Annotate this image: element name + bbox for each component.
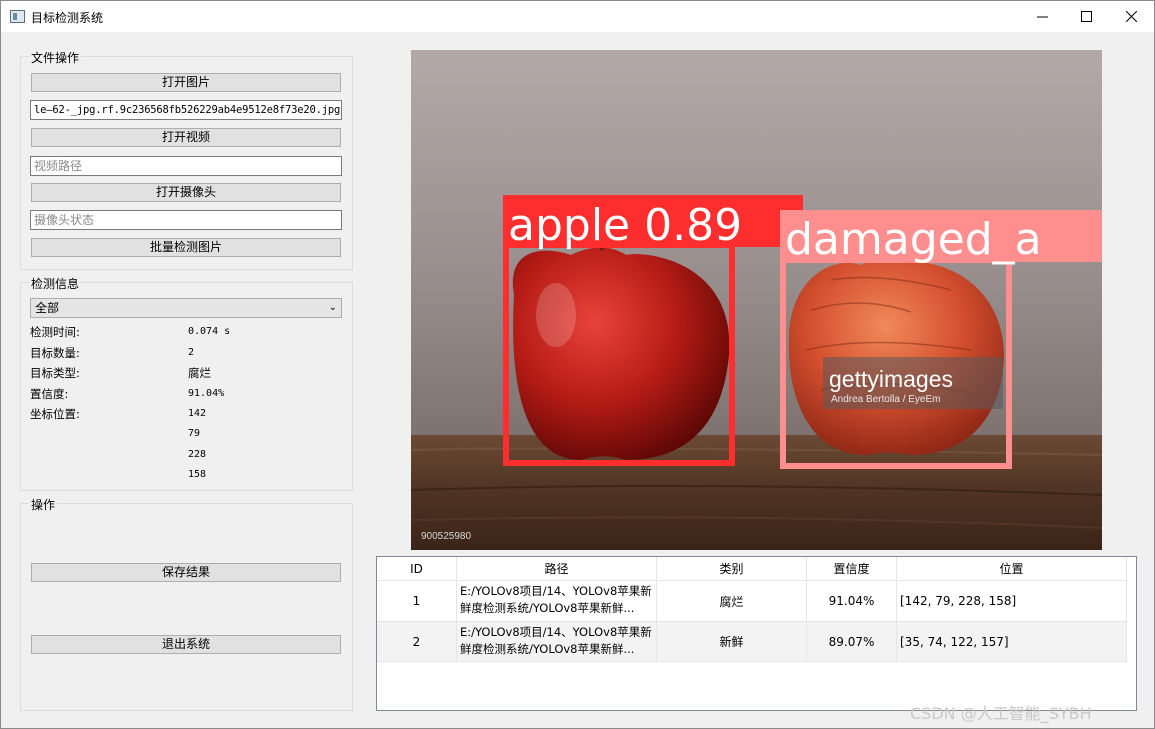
- app-icon: [10, 10, 25, 23]
- col-header-position[interactable]: 位置: [897, 557, 1127, 581]
- maximize-button[interactable]: [1063, 1, 1109, 32]
- count-label: 目标数量:: [30, 346, 80, 360]
- close-button[interactable]: [1108, 1, 1154, 32]
- detection-image: gettyimages Andrea Bertolla / EyeEm 9005…: [411, 50, 1102, 550]
- window-title: 目标检测系统: [31, 11, 104, 25]
- open-camera-button[interactable]: 打开摄像头: [31, 183, 341, 202]
- detect-info-title: 检测信息: [29, 275, 82, 292]
- type-label: 目标类型:: [30, 366, 80, 380]
- actions-title: 操作: [29, 496, 58, 513]
- cell-id[interactable]: 2: [377, 622, 457, 662]
- batch-detect-button[interactable]: 批量检测图片: [31, 238, 341, 257]
- open-image-button[interactable]: 打开图片: [31, 73, 341, 92]
- maximize-icon: [1080, 11, 1092, 22]
- box2-label: damaged_a: [785, 214, 1042, 265]
- cell-position[interactable]: [142, 79, 228, 158]: [897, 581, 1127, 622]
- col-header-category[interactable]: 类别: [657, 557, 807, 581]
- getty-id: 900525980: [421, 531, 471, 542]
- cell-position[interactable]: [35, 74, 122, 157]: [897, 622, 1127, 662]
- video-path-field[interactable]: 视频路径: [30, 156, 342, 176]
- pos-ymax: 158: [188, 469, 207, 480]
- image-path-field[interactable]: le—62-_jpg.rf.9c236568fb526229ab4e9512e8…: [30, 100, 342, 120]
- count-value: 2: [188, 347, 195, 358]
- col-header-path[interactable]: 路径: [457, 557, 657, 581]
- app-window: 目标检测系统 文件操作 打开图片 le—62-_jpg.rf.9c236568f…: [0, 0, 1155, 729]
- title-bar: 目标检测系统: [1, 1, 1154, 32]
- camera-status-field[interactable]: 摄像头状态: [30, 210, 342, 230]
- cell-path[interactable]: E:/YOLOv8项目/14、YOLOv8苹果新鲜度检测系统/YOLOv8苹果新…: [457, 622, 657, 662]
- box1-label: apple 0.89: [508, 200, 742, 251]
- minimize-icon: [1036, 16, 1048, 18]
- chevron-down-icon: ⌄: [328, 302, 337, 313]
- conf-label: 置信度:: [30, 387, 69, 401]
- cell-category[interactable]: 新鲜: [657, 622, 807, 662]
- target-filter-value: 全部: [35, 301, 60, 315]
- cell-id[interactable]: 1: [377, 581, 457, 622]
- time-label: 检测时间:: [30, 325, 80, 339]
- actions-group: 操作: [20, 496, 353, 711]
- cell-category[interactable]: 腐烂: [657, 581, 807, 622]
- pos-label: 坐标位置:: [30, 407, 80, 421]
- csdn-watermark: CSDN @人工智能_SYBH: [910, 704, 1092, 723]
- target-filter-select[interactable]: 全部 ⌄: [30, 298, 342, 318]
- exit-button[interactable]: 退出系统: [31, 635, 341, 654]
- cell-path[interactable]: E:/YOLOv8项目/14、YOLOv8苹果新鲜度检测系统/YOLOv8苹果新…: [457, 581, 657, 622]
- type-value: 腐烂: [188, 366, 211, 380]
- time-value: 0.074 s: [188, 326, 231, 337]
- conf-value: 91.04%: [188, 388, 225, 399]
- close-icon: [1125, 11, 1137, 22]
- cell-confidence[interactable]: 89.07%: [807, 622, 897, 662]
- cell-confidence[interactable]: 91.04%: [807, 581, 897, 622]
- open-video-button[interactable]: 打开视频: [31, 128, 341, 147]
- pos-xmax: 228: [188, 449, 207, 460]
- save-result-button[interactable]: 保存结果: [31, 563, 341, 582]
- results-table[interactable]: ID 路径 类别 置信度 位置 1 E:/YOLOv8项目/14、YOLOv8苹…: [376, 556, 1137, 711]
- getty-credit: Andrea Bertolla / EyeEm: [831, 394, 941, 405]
- getty-brand: gettyimages: [829, 366, 953, 392]
- pos-xmin: 142: [188, 408, 207, 419]
- pos-ymin: 79: [188, 428, 201, 439]
- col-header-id[interactable]: ID: [377, 557, 457, 581]
- file-ops-title: 文件操作: [29, 49, 82, 66]
- col-header-confidence[interactable]: 置信度: [807, 557, 897, 581]
- minimize-button[interactable]: [1019, 1, 1065, 32]
